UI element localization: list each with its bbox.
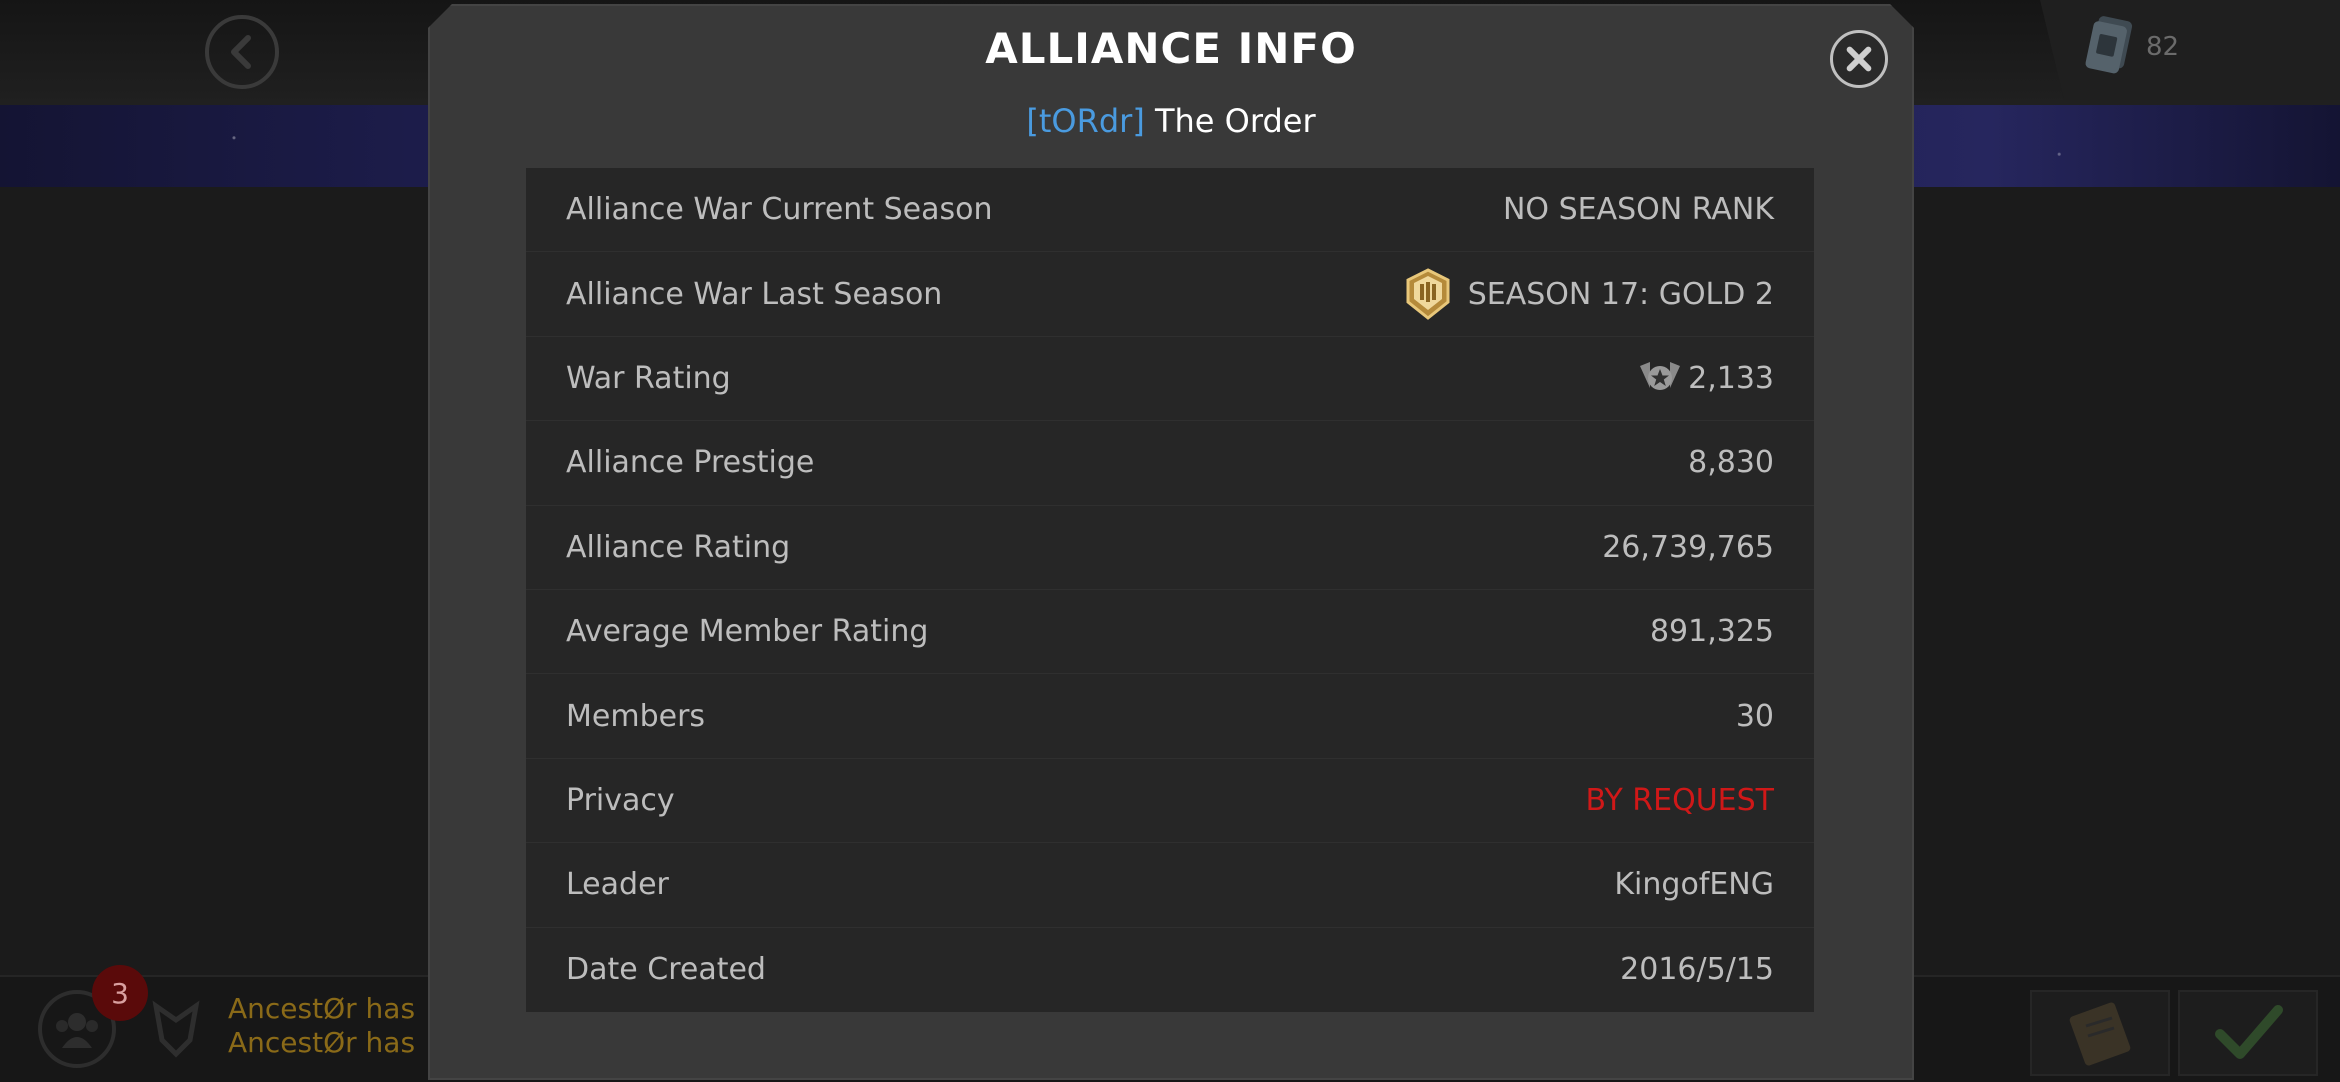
- row-value: KingofENG: [1614, 867, 1774, 902]
- modal-title: ALLIANCE INFO: [985, 24, 1357, 73]
- alliance-emblem-icon: [152, 1000, 200, 1058]
- notification-badge: 3: [92, 965, 148, 1021]
- row-value-text: 8,830: [1688, 445, 1774, 481]
- row-label: War Rating: [566, 360, 731, 396]
- row-label: Alliance Rating: [566, 529, 791, 565]
- row-label: Alliance Prestige: [566, 445, 815, 481]
- clipboard-icon: [2069, 1002, 2131, 1066]
- row-value: 891,325: [1650, 614, 1774, 649]
- row-label: Alliance War Last Season: [566, 276, 943, 312]
- row-value: 8,830: [1688, 445, 1774, 480]
- info-row-prestige: Alliance Prestige 8,830: [526, 421, 1814, 506]
- chat-message: AncestØr has: [228, 992, 416, 1025]
- row-label: Members: [566, 698, 706, 734]
- info-row-last-season: Alliance War Last Season SEASON 17: GOLD…: [526, 252, 1814, 337]
- war-rating-icon: [1640, 362, 1681, 391]
- leader-name[interactable]: KingofENG: [1614, 867, 1774, 902]
- alliance-info-table: Alliance War Current Season NO SEASON RA…: [526, 168, 1814, 1012]
- card-currency-icon: [2085, 16, 2133, 74]
- alliance-name-text: The Order: [1154, 102, 1316, 140]
- row-value-text: NO SEASON RANK: [1502, 192, 1774, 228]
- row-value-text: 2,133: [1688, 360, 1774, 396]
- row-value: NO SEASON RANK: [1503, 192, 1774, 227]
- info-row-leader: Leader KingofENG: [526, 843, 1814, 928]
- row-value-text: 26,739,765: [1602, 529, 1774, 565]
- row-value-text: 30: [1735, 698, 1774, 734]
- info-row-members: Members 30: [526, 674, 1814, 759]
- back-button[interactable]: [205, 15, 279, 89]
- privacy-value: BY REQUEST: [1585, 782, 1775, 818]
- row-value-text: SEASON 17: GOLD 2: [1467, 276, 1774, 312]
- currency-count: 82: [2146, 32, 2180, 62]
- row-value: 2016/5/15: [1620, 952, 1774, 987]
- info-row-war-rating: War Rating 2,133: [526, 337, 1814, 422]
- row-label: Date Created: [566, 952, 766, 988]
- close-button[interactable]: [1830, 30, 1888, 88]
- row-value-text: 891,325: [1649, 614, 1774, 650]
- alliance-name: [tORdr] The Order: [428, 102, 1914, 140]
- row-value: BY REQUEST: [1586, 783, 1775, 818]
- row-label: Alliance War Current Season: [566, 192, 993, 228]
- info-row-date-created: Date Created 2016/5/15: [526, 928, 1814, 1012]
- row-label: Leader: [566, 867, 669, 903]
- row-value: 30: [1736, 699, 1774, 734]
- row-value: 2,133: [1636, 358, 1774, 398]
- row-value: SEASON 17: GOLD 2: [1400, 266, 1774, 322]
- quest-log-button[interactable]: [2030, 990, 2170, 1076]
- chat-message: AncestØr has: [228, 1026, 416, 1059]
- info-row-privacy: Privacy BY REQUEST: [526, 759, 1814, 844]
- checkmark-icon: [2215, 1005, 2283, 1059]
- chevron-left-icon: [231, 35, 251, 69]
- gold-season-badge-icon: [1406, 268, 1450, 320]
- info-row-current-season: Alliance War Current Season NO SEASON RA…: [526, 168, 1814, 253]
- row-value-text: 2016/5/15: [1620, 952, 1774, 988]
- close-icon: [1846, 46, 1872, 72]
- info-row-average-member-rating: Average Member Rating 891,325: [526, 590, 1814, 675]
- row-label: Privacy: [566, 782, 675, 818]
- info-row-alliance-rating: Alliance Rating 26,739,765: [526, 506, 1814, 590]
- alliance-tag: [tORdr]: [1026, 102, 1145, 140]
- row-label: Average Member Rating: [566, 614, 929, 650]
- confirm-button[interactable]: [2178, 990, 2318, 1076]
- row-value: 26,739,765: [1602, 530, 1774, 565]
